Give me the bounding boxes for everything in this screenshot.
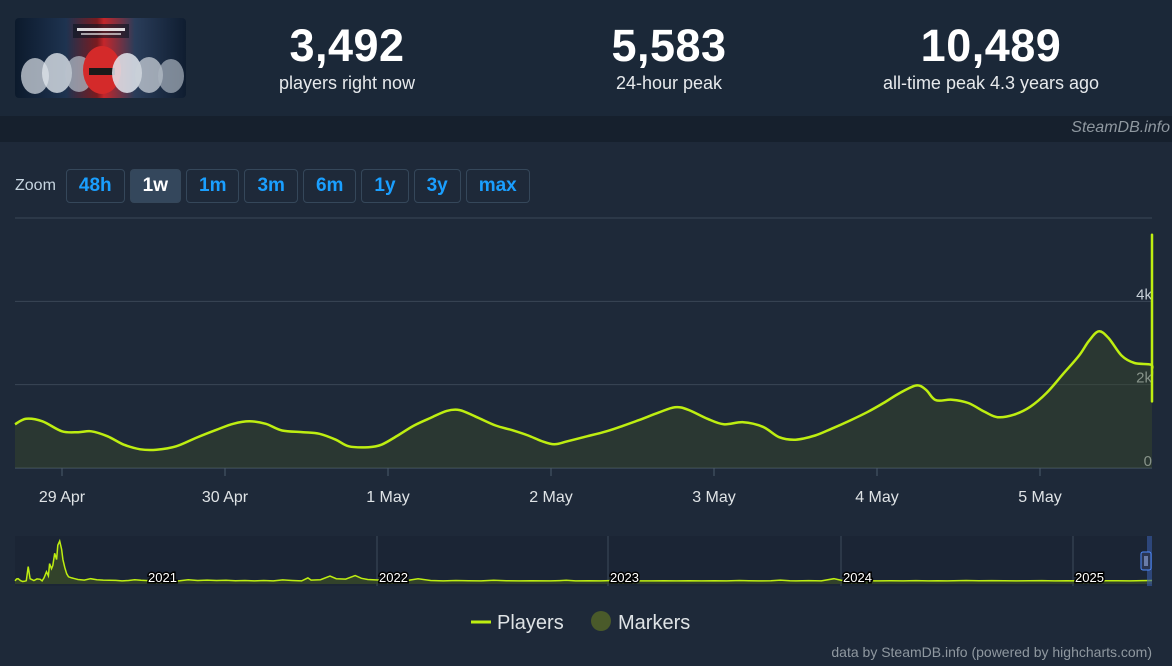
legend-markers-icon xyxy=(591,611,611,631)
all-time-peak-label: all-time peak 4.3 years ago xyxy=(882,73,1100,93)
current-players-value: 3,492 xyxy=(289,20,405,71)
x-tick-label: 3 May xyxy=(692,489,736,506)
stat-all-time-peak: 10,489 all-time peak 4.3 years ago xyxy=(841,20,1141,94)
steamdb-credit[interactable]: SteamDB.info xyxy=(1071,119,1170,137)
legend-players[interactable]: Players xyxy=(497,612,564,634)
navigator-handle-icon[interactable] xyxy=(1140,551,1152,571)
x-tick-label: 4 May xyxy=(855,489,899,506)
chart-panel: Zoom 48h 1w 1m 3m 6m 1y 3y max 29 Apr 30 … xyxy=(0,142,1172,666)
chart-legend: Players Markers xyxy=(471,611,690,634)
x-tick-label: 5 May xyxy=(1018,489,1062,506)
legend-markers[interactable]: Markers xyxy=(618,612,690,634)
navigator[interactable]: 2021 2022 2023 2024 2025 xyxy=(14,536,1153,587)
chart-footer[interactable]: data by SteamDB.info (powered by highcha… xyxy=(831,644,1152,660)
x-tick-label: 30 Apr xyxy=(202,489,249,506)
x-tick-label: 2 May xyxy=(529,489,573,506)
navigator-year-label: 2025 xyxy=(1075,570,1104,585)
current-players-label: players right now xyxy=(278,73,416,93)
players-series-area xyxy=(15,234,1153,468)
stats-header: 3,492 players right now 5,583 24-hour pe… xyxy=(0,0,1172,116)
navigator-year-label: 2023 xyxy=(610,570,639,585)
navigator-background xyxy=(15,536,1152,586)
x-axis: 29 Apr 30 Apr 1 May 2 May 3 May 4 May 5 May xyxy=(39,468,1062,506)
credit-band: SteamDB.info xyxy=(0,116,1172,142)
navigator-year-label: 2022 xyxy=(379,570,408,585)
all-time-peak-value: 10,489 xyxy=(920,20,1062,71)
stat-current-players: 3,492 players right now xyxy=(197,20,497,94)
peak-24h-label: 24-hour peak xyxy=(615,73,723,93)
stat-24h-peak: 5,583 24-hour peak xyxy=(519,20,819,94)
navigator-year-label: 2021 xyxy=(148,570,177,585)
y-tick-label: 4k xyxy=(1136,286,1152,303)
x-tick-label: 29 Apr xyxy=(39,489,86,506)
x-tick-label: 1 May xyxy=(366,489,410,506)
cover-art-icon xyxy=(21,24,184,94)
navigator-year-label: 2024 xyxy=(843,570,872,585)
player-count-chart[interactable]: 29 Apr 30 Apr 1 May 2 May 3 May 4 May 5 May 02… xyxy=(0,142,1172,666)
peak-24h-value: 5,583 xyxy=(611,20,727,71)
game-cover-image xyxy=(15,18,186,98)
